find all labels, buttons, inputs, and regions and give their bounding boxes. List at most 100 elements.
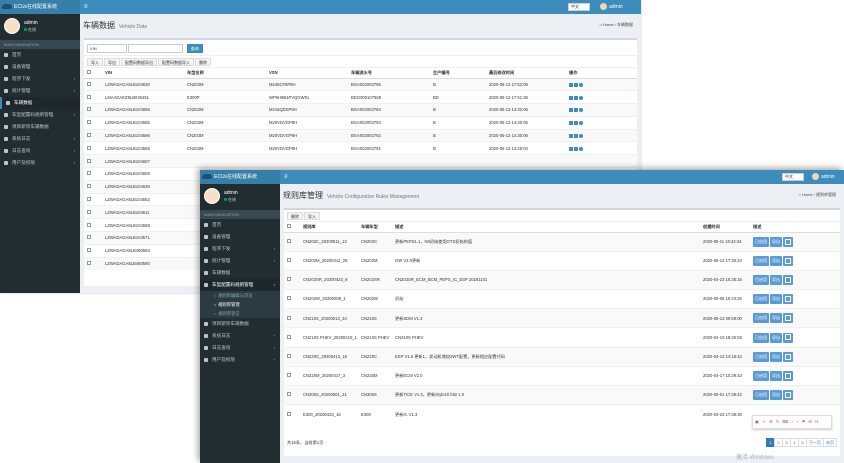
- sidebar-item[interactable]: 设备管理: [200, 231, 280, 243]
- row-checkbox[interactable]: [87, 235, 91, 240]
- sidebar-item[interactable]: 日志查询 ‹: [200, 342, 280, 354]
- sidebar-item[interactable]: 统计管理 ‹: [200, 255, 280, 267]
- toolbar-button[interactable]: 配置码数据导出: [121, 58, 157, 66]
- app-logo[interactable]: ECUs在线配置系统: [0, 0, 80, 14]
- filter-input[interactable]: [128, 44, 184, 53]
- row-checkbox[interactable]: [287, 296, 291, 301]
- row-checkbox[interactable]: [87, 248, 91, 253]
- enabled-button[interactable]: 已启用: [753, 370, 769, 381]
- sidebar-item[interactable]: 首页: [200, 219, 280, 231]
- sidebar-item[interactable]: 设备管理: [0, 61, 80, 73]
- row-checkbox[interactable]: [287, 353, 291, 358]
- detail-icon[interactable]: [783, 255, 793, 266]
- row-checkbox[interactable]: [287, 277, 291, 282]
- export-button[interactable]: 导出: [770, 351, 782, 362]
- enabled-button[interactable]: 已启用: [753, 313, 769, 324]
- enabled-button[interactable]: 已启用: [753, 332, 769, 343]
- row-checkbox[interactable]: [87, 171, 91, 176]
- config-icon[interactable]: [574, 133, 578, 138]
- user-icon[interactable]: [579, 82, 583, 87]
- row-checkbox[interactable]: [287, 373, 291, 378]
- sidebar-item[interactable]: 程序下发 ‹: [0, 73, 80, 85]
- sidebar-item[interactable]: 系统日志 ‹: [0, 133, 80, 145]
- enabled-button[interactable]: 已启用: [753, 351, 769, 362]
- edit-icon[interactable]: [569, 108, 573, 113]
- sidebar-item[interactable]: 用户及权限 ‹: [0, 157, 80, 169]
- export-button[interactable]: 导出: [770, 255, 782, 266]
- breadcrumb-home[interactable]: Home: [603, 22, 614, 27]
- sidebar-item[interactable]: 项目新项车辆数据: [0, 121, 80, 133]
- edit-icon[interactable]: [569, 121, 573, 126]
- detail-icon[interactable]: [783, 332, 793, 343]
- row-checkbox[interactable]: [287, 238, 291, 243]
- enabled-button[interactable]: 已启用: [753, 390, 769, 401]
- row-checkbox[interactable]: [87, 158, 91, 163]
- sidebar-item[interactable]: 车型配置码规则管理 ‹: [200, 279, 280, 291]
- row-checkbox[interactable]: [87, 145, 91, 150]
- sidebar-item[interactable]: 车辆数据: [200, 267, 280, 279]
- config-icon[interactable]: [574, 121, 578, 126]
- sidebar-item[interactable]: 统计管理 ‹: [0, 85, 80, 97]
- page-link[interactable]: 末页: [823, 438, 837, 447]
- sidebar-item[interactable]: 项目新项车辆数据: [200, 318, 280, 330]
- row-checkbox[interactable]: [87, 81, 91, 86]
- user-icon[interactable]: [579, 133, 583, 138]
- user-menu[interactable]: admin: [812, 170, 835, 184]
- sidebar-item[interactable]: 系统日志 ‹: [200, 330, 280, 342]
- row-checkbox[interactable]: [87, 261, 91, 266]
- config-icon[interactable]: [574, 82, 578, 87]
- detail-icon[interactable]: [783, 351, 793, 362]
- page-link[interactable]: 下一页: [806, 438, 824, 447]
- config-icon[interactable]: [574, 108, 578, 113]
- select-all-checkbox[interactable]: [287, 224, 291, 229]
- search-button[interactable]: 查询: [186, 44, 203, 53]
- enabled-button[interactable]: 已启用: [753, 236, 769, 247]
- detail-icon[interactable]: [783, 390, 793, 401]
- sidebar-item[interactable]: 车辆数据: [0, 97, 80, 109]
- sidebar-item[interactable]: 车型配置码规则管理 ‹: [0, 109, 80, 121]
- sidebar-subitem[interactable]: 规则库管理: [200, 300, 280, 309]
- user-icon[interactable]: [579, 146, 583, 151]
- menu-toggle-icon[interactable]: ≡: [84, 0, 88, 14]
- export-button[interactable]: 导出: [770, 236, 782, 247]
- export-button[interactable]: 导出: [770, 313, 782, 324]
- detail-icon[interactable]: [783, 274, 793, 285]
- user-icon[interactable]: [579, 121, 583, 126]
- app-logo[interactable]: ECUs在线配置系统: [200, 170, 280, 184]
- toolbar-button[interactable]: 导入: [304, 212, 320, 220]
- sidebar-item[interactable]: 首页: [0, 49, 80, 61]
- user-icon[interactable]: [579, 108, 583, 113]
- input-method-toolbar[interactable]: ▣ ☺ ⚙ ✎ ⌨ ♪ ⌁ ⚑ ✉ ☷: [752, 415, 832, 429]
- row-checkbox[interactable]: [87, 120, 91, 125]
- filter-field-select[interactable]: VIN: [87, 44, 127, 53]
- export-button[interactable]: 导出: [770, 332, 782, 343]
- edit-icon[interactable]: [569, 133, 573, 138]
- enabled-button[interactable]: 已启用: [753, 294, 769, 305]
- toolbar-button[interactable]: 配置码数据导入: [158, 58, 194, 66]
- enabled-button[interactable]: 已启用: [753, 255, 769, 266]
- toolbar-button[interactable]: 导出: [104, 58, 120, 66]
- row-checkbox[interactable]: [87, 209, 91, 214]
- toolbar-button[interactable]: 删除: [195, 58, 211, 66]
- edit-icon[interactable]: [569, 146, 573, 151]
- sidebar-item[interactable]: 程序下发 ‹: [200, 243, 280, 255]
- export-button[interactable]: 导出: [770, 390, 782, 401]
- row-checkbox[interactable]: [287, 411, 291, 416]
- row-checkbox[interactable]: [287, 258, 291, 263]
- row-checkbox[interactable]: [87, 107, 91, 112]
- menu-toggle-icon[interactable]: ≡: [284, 170, 288, 184]
- detail-icon[interactable]: [783, 294, 793, 305]
- detail-icon[interactable]: [783, 236, 793, 247]
- row-checkbox[interactable]: [87, 197, 91, 202]
- detail-icon[interactable]: [783, 313, 793, 324]
- row-checkbox[interactable]: [87, 184, 91, 189]
- user-menu[interactable]: admin: [600, 0, 623, 14]
- row-checkbox[interactable]: [87, 94, 91, 99]
- row-checkbox[interactable]: [87, 133, 91, 138]
- export-button[interactable]: 导出: [770, 274, 782, 285]
- toolbar-button[interactable]: 删除: [287, 212, 303, 220]
- enabled-button[interactable]: 已启用: [753, 274, 769, 285]
- export-button[interactable]: 导出: [770, 370, 782, 381]
- row-checkbox[interactable]: [87, 222, 91, 227]
- sidebar-subitem[interactable]: 规则库登记: [200, 309, 280, 318]
